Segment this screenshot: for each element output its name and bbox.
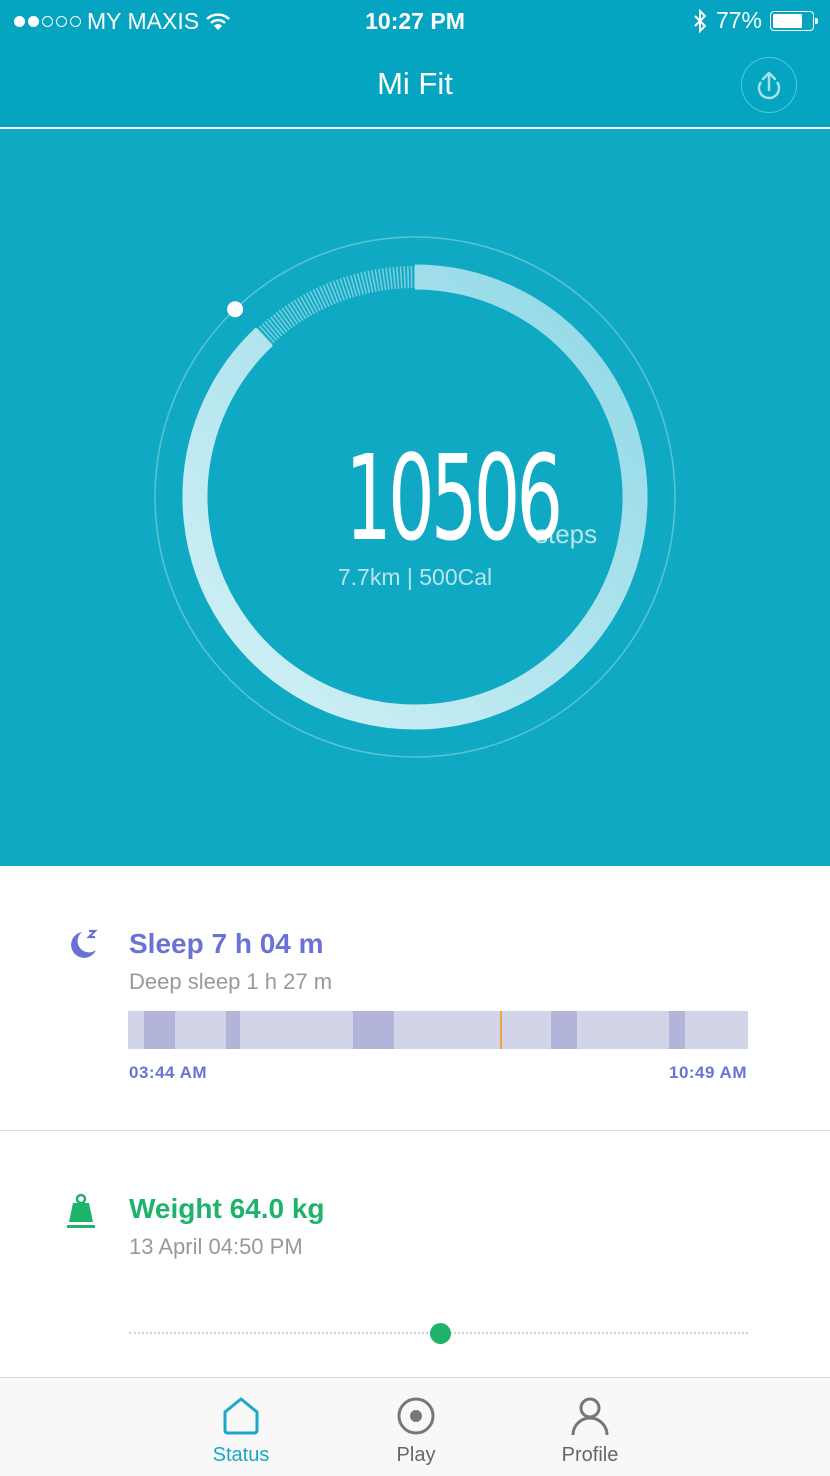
battery-percent: 77% [715, 7, 762, 33]
deep-sleep-segment [352, 1011, 394, 1049]
play-target-icon [397, 1397, 435, 1435]
page-title: Mi Fit [377, 66, 453, 101]
weight-title: Weight 64.0 kg [129, 1193, 325, 1224]
goal-tick [381, 268, 387, 291]
weight-data-point[interactable] [430, 1323, 451, 1344]
deep-sleep-segment [225, 1011, 241, 1049]
tab-status[interactable]: Status [181, 1378, 301, 1476]
goal-tick [399, 266, 403, 289]
tab-label: Status [212, 1444, 270, 1466]
sleep-end-time: 10:49 AM [668, 1063, 747, 1082]
sleep-card[interactable] [0, 866, 830, 1130]
upload-icon [757, 71, 781, 100]
profile-icon [571, 1397, 609, 1436]
weight-icon [67, 1193, 95, 1228]
activity-panel[interactable]: 10506 steps 7.7km | 500Cal [0, 129, 830, 866]
weight-timestamp: 13 April 04:50 PM [129, 1234, 303, 1259]
status-bar: MY MAXIS 10:27 PM 77% [0, 0, 830, 42]
tab-label: Profile [561, 1444, 619, 1466]
deep-sleep-subtitle: Deep sleep 1 h 27 m [129, 969, 333, 994]
home-icon [223, 1397, 259, 1435]
bluetooth-icon [694, 8, 707, 33]
deep-sleep-segment [144, 1011, 175, 1049]
goal-tick [335, 279, 345, 301]
weight-card[interactable] [0, 1131, 830, 1377]
steps-unit-label: steps [535, 519, 598, 549]
goal-tick [392, 266, 397, 290]
deep-sleep-segment [669, 1011, 686, 1049]
goal-tick [385, 267, 390, 290]
goal-tick [342, 277, 352, 299]
tab-profile[interactable]: Profile [530, 1378, 650, 1476]
goal-tick [396, 266, 400, 289]
distance-calories: 7.7km | 500Cal [337, 564, 493, 590]
sleep-start-time: 03:44 AM [129, 1063, 208, 1082]
remaining-goal-ticks [256, 266, 416, 346]
goal-tick [406, 266, 410, 289]
awake-marker [500, 1011, 502, 1049]
progress-indicator-dot [227, 301, 244, 318]
sync-upload-button[interactable] [741, 57, 797, 113]
goal-tick [388, 267, 393, 290]
step-count: 10506 [345, 429, 564, 567]
tab-label: Play [396, 1444, 436, 1466]
deep-sleep-segment [551, 1011, 578, 1049]
sleep-title: Sleep 7 h 04 m [129, 928, 324, 959]
tab-bar: Status Play Profile [0, 1377, 830, 1476]
battery-icon [770, 10, 818, 31]
goal-tick [403, 266, 406, 289]
tab-play[interactable]: Play [356, 1378, 476, 1476]
sleep-timeline[interactable] [128, 1011, 748, 1049]
goal-tick [332, 280, 342, 302]
nav-bar: Mi Fit [0, 42, 830, 127]
goal-tick [339, 278, 349, 300]
moon-sleep-icon [71, 929, 98, 958]
system-status: 77% [692, 7, 818, 34]
goal-tick [378, 268, 384, 291]
